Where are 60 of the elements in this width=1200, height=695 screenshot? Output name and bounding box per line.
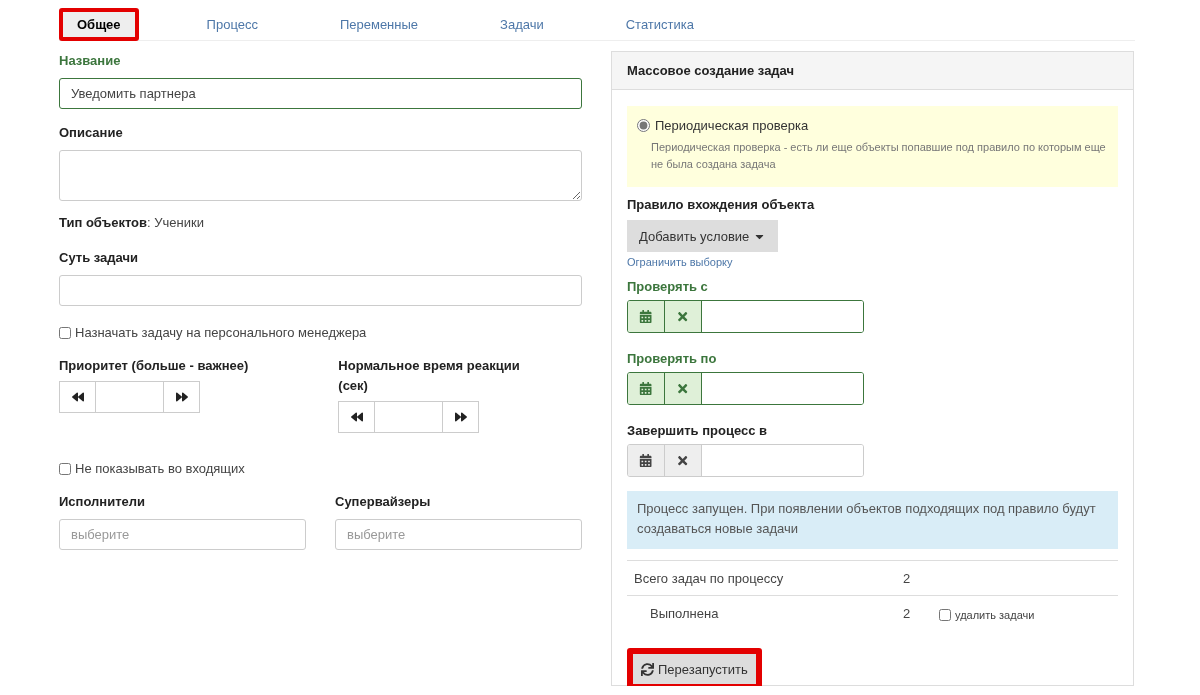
rewind-icon: [350, 411, 363, 423]
tab[interactable]: Задачи: [486, 11, 558, 37]
date-field[interactable]: [627, 372, 864, 405]
calendar-icon: [639, 309, 653, 324]
calendar-button[interactable]: [628, 373, 665, 404]
name-input[interactable]: Уведомить партнера: [59, 78, 582, 109]
field-label: Описание: [59, 124, 124, 142]
field-label: Правило вхождения объекта: [627, 196, 816, 214]
calendar-button[interactable]: [628, 301, 665, 332]
essence-input[interactable]: [59, 275, 582, 306]
field-label: Приоритет (больше - важнее): [59, 357, 249, 375]
tab[interactable]: Общее: [63, 11, 135, 37]
table-cell-text: 2: [903, 605, 912, 621]
number-stepper[interactable]: [59, 381, 200, 413]
add-condition-button[interactable]: Добавить условие: [627, 220, 779, 252]
field-label: Завершить процесс в: [627, 422, 768, 440]
forward-icon: [454, 411, 467, 423]
restart-button[interactable]: Перезапустить: [633, 654, 756, 684]
field-label: Исполнители: [59, 493, 146, 511]
checkbox-label: Назначать задачу на персонального менеджера: [75, 325, 367, 340]
clear-button[interactable]: [665, 301, 702, 332]
table-cell-text: Выполнена: [649, 605, 720, 621]
object-type-text: Тип объектов: Ученики: [59, 215, 204, 230]
tab[interactable]: Статистика: [611, 11, 708, 37]
hint-text: Периодическая проверка - есть ли еще объекты попавшие под правило по которым еще не была создана задача: [650, 140, 1107, 172]
field-label: Суть задачи: [59, 249, 139, 267]
table-cell-text: Всего задач по процессу: [633, 570, 785, 586]
checkbox-label: Не показывать во входящих: [75, 461, 245, 476]
rewind-icon: [71, 391, 84, 403]
number-input[interactable]: [95, 382, 164, 412]
radio-button[interactable]: [637, 119, 650, 132]
number-input[interactable]: [374, 402, 444, 432]
select-field[interactable]: выберите: [59, 519, 306, 550]
close-icon: [676, 453, 690, 468]
field-label: Проверять с: [627, 278, 709, 296]
tab[interactable]: Процесс: [192, 11, 272, 37]
select-field[interactable]: выберите: [335, 519, 582, 550]
refresh-icon: [641, 662, 654, 676]
number-stepper[interactable]: [338, 401, 480, 433]
checkbox[interactable]: [939, 609, 951, 621]
field-label: Проверять по: [627, 350, 718, 368]
forward-icon: [175, 391, 188, 403]
checkbox-label: удалить задачи: [955, 609, 1035, 621]
close-icon: [676, 381, 690, 396]
checkbox[interactable]: [59, 326, 71, 339]
checkbox[interactable]: [59, 462, 71, 475]
field-label: Супервайзеры: [335, 493, 432, 511]
alert-message: Процесс запущен. При появлении объектов подходящих под правило будут создаваться новые задачи: [627, 491, 1118, 549]
date-field[interactable]: [627, 300, 864, 333]
close-icon: [676, 309, 690, 324]
tab[interactable]: Переменные: [325, 11, 433, 37]
field-label: Нормальное время реакции (сек): [338, 357, 521, 395]
calendar-icon: [639, 453, 653, 468]
panel-title: Массовое создание задач: [612, 52, 1133, 90]
calendar-icon: [639, 381, 653, 396]
radio-label: Периодическая проверка: [655, 118, 809, 133]
clear-button[interactable]: [665, 373, 702, 404]
table-cell-text: 2: [903, 570, 912, 586]
limit-link[interactable]: Ограничить выборку: [627, 256, 733, 268]
field-label: Название: [59, 52, 122, 70]
